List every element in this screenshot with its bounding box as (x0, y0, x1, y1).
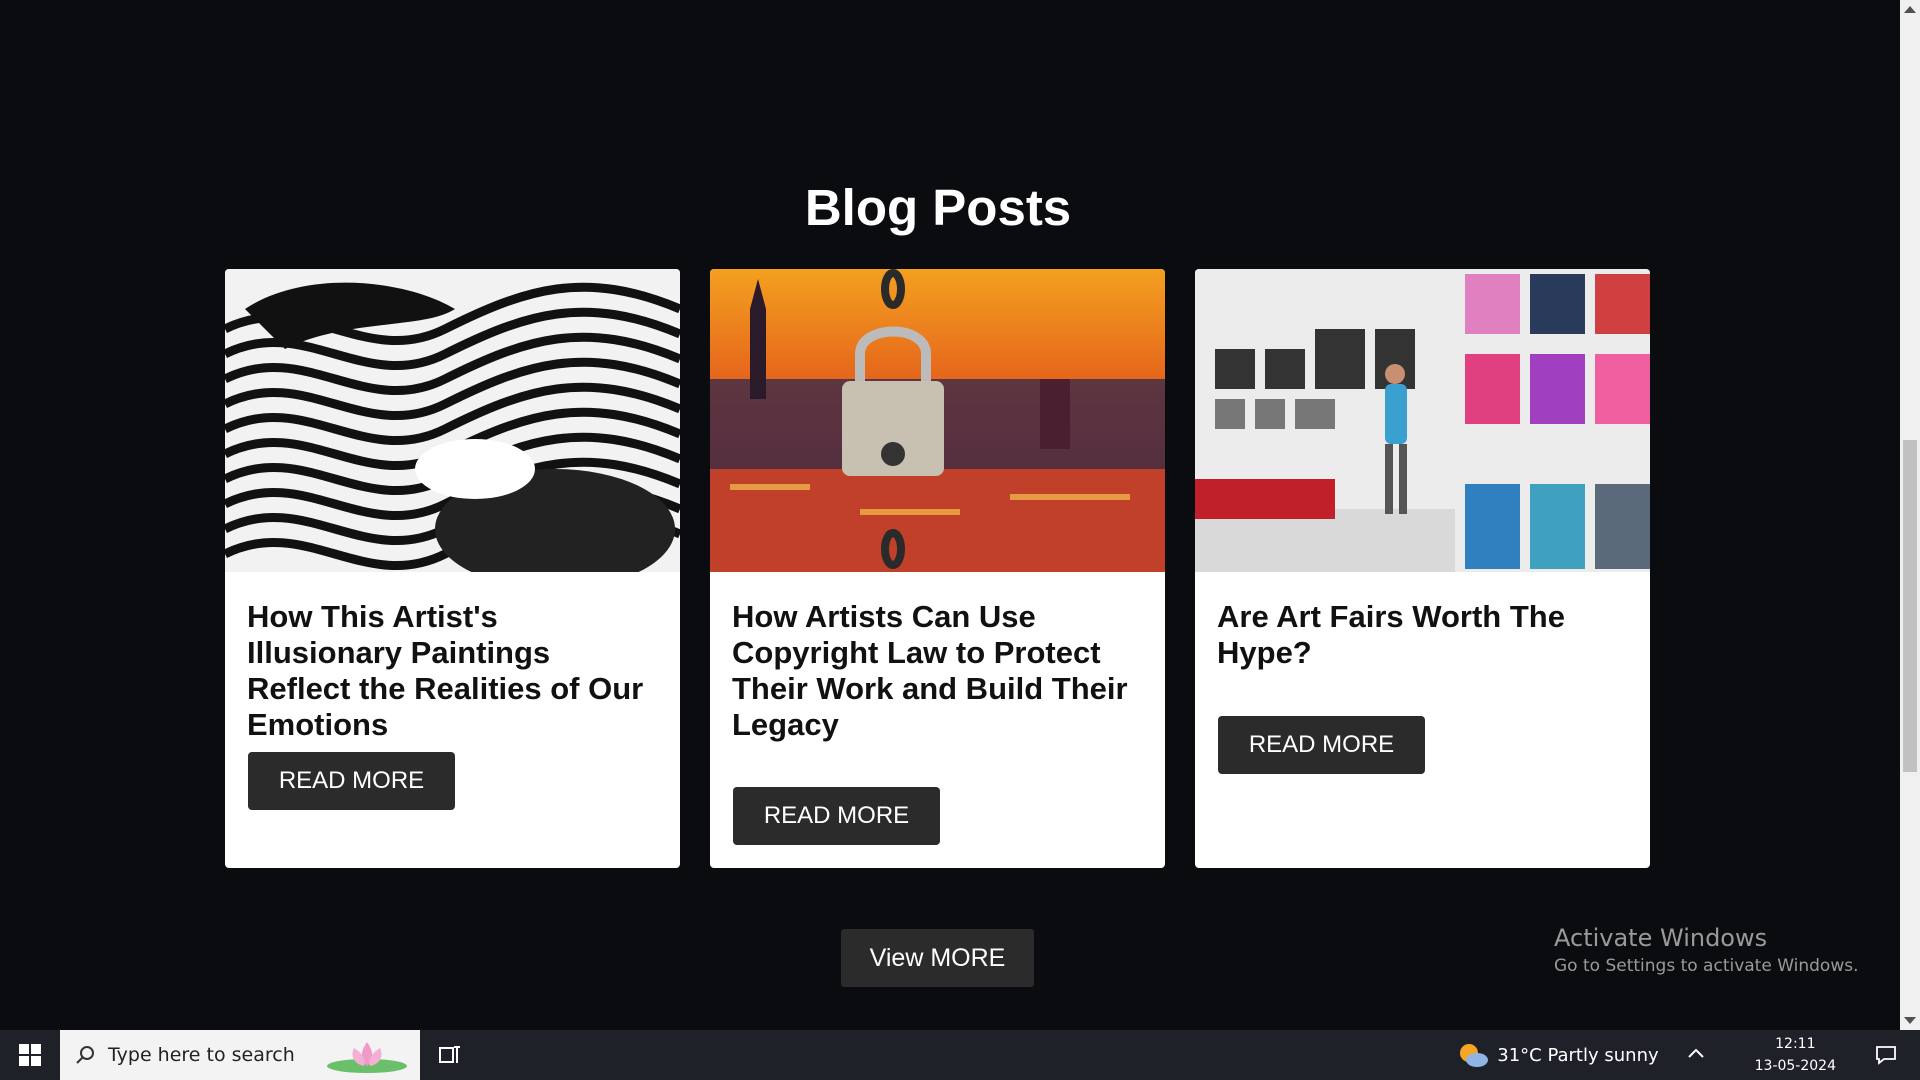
clock-date: 13-05-2024 (1754, 1058, 1836, 1074)
scroll-up-icon[interactable] (1904, 6, 1916, 13)
show-hidden-icons[interactable] (1687, 1046, 1705, 1064)
taskbar-search[interactable]: Type here to search (60, 1030, 420, 1080)
task-view-icon (439, 1046, 460, 1063)
windows-logo-icon (19, 1044, 41, 1066)
watermark-title: Activate Windows (1554, 924, 1768, 952)
clock[interactable]: 12:11 13-05-2024 (1755, 1033, 1836, 1077)
search-icon (76, 1046, 94, 1064)
blog-card: How This Artist's Illusionary Paintings … (225, 269, 680, 868)
view-more-button[interactable]: View MORE (841, 929, 1034, 987)
notification-icon (1876, 1046, 1896, 1065)
blog-card: How Artists Can Use Copyright Law to Pro… (710, 269, 1165, 868)
watermark-subtitle: Go to Settings to activate Windows. (1554, 956, 1859, 976)
system-tray: 31°C Partly sunny 12:11 13-05-2024 (1457, 1030, 1920, 1080)
blog-card-image[interactable] (710, 269, 1165, 572)
page: Blog Posts How This Artist's Illusionary… (0, 0, 1900, 1030)
vertical-scrollbar[interactable] (1900, 0, 1920, 1030)
blog-card-title[interactable]: Are Art Fairs Worth The Hype? (1195, 599, 1649, 671)
blog-card-image[interactable] (225, 269, 680, 572)
read-more-button[interactable]: READ MORE (248, 752, 455, 810)
read-more-button[interactable]: READ MORE (1218, 716, 1425, 774)
section-title: Blog Posts (804, 179, 1072, 236)
scroll-thumb[interactable] (1903, 440, 1917, 772)
task-view-button[interactable] (420, 1030, 480, 1080)
notification-button[interactable] (1866, 1045, 1906, 1065)
partly-sunny-icon (1460, 1044, 1489, 1067)
taskbar: Type here to search 31°C Partly sunny 12… (0, 1030, 1920, 1080)
lotus-icon (327, 1042, 407, 1073)
clock-time: 12:11 (1775, 1036, 1816, 1052)
blog-card-title[interactable]: How This Artist's Illusionary Paintings … (225, 599, 679, 743)
search-placeholder: Type here to search (108, 1044, 295, 1066)
weather-widget[interactable]: 31°C Partly sunny (1457, 1041, 1659, 1069)
weather-text: 31°C Partly sunny (1497, 1044, 1659, 1066)
chevron-up-icon (1687, 1048, 1704, 1058)
blog-card-title[interactable]: How Artists Can Use Copyright Law to Pro… (710, 599, 1164, 743)
activate-windows-watermark: Activate Windows Go to Settings to activ… (1554, 924, 1859, 976)
read-more-button[interactable]: READ MORE (733, 787, 940, 845)
blog-card: Are Art Fairs Worth The Hype? READ MORE (1195, 269, 1650, 868)
start-button[interactable] (0, 1030, 60, 1080)
blog-card-image[interactable] (1195, 269, 1650, 572)
scroll-down-icon[interactable] (1904, 1017, 1916, 1024)
